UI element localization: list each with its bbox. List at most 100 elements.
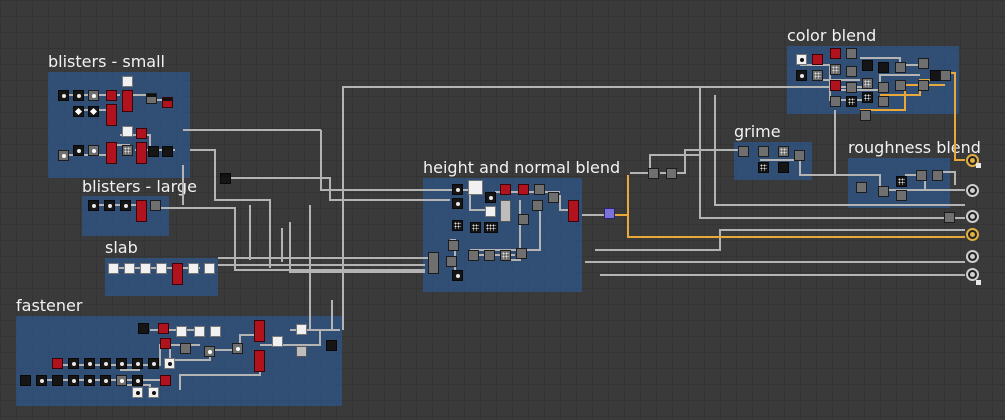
node[interactable] (73, 145, 84, 156)
node[interactable] (846, 48, 857, 59)
node[interactable] (84, 375, 95, 386)
node[interactable] (428, 252, 439, 274)
node[interactable] (148, 146, 159, 157)
node[interactable] (738, 146, 749, 157)
material-output-metallic-icon[interactable] (966, 210, 979, 223)
node[interactable] (862, 78, 873, 89)
node[interactable] (180, 343, 191, 354)
node[interactable] (532, 200, 543, 211)
node[interactable] (794, 150, 805, 161)
node[interactable] (296, 346, 307, 357)
node[interactable] (140, 263, 151, 274)
material-output-normal-icon[interactable] (966, 228, 979, 241)
node[interactable] (36, 375, 47, 386)
node[interactable] (296, 324, 307, 335)
node[interactable] (830, 64, 841, 75)
node[interactable] (796, 70, 807, 81)
node[interactable] (468, 180, 483, 195)
node[interactable] (516, 248, 527, 259)
node[interactable] (88, 145, 99, 156)
node[interactable] (648, 168, 659, 179)
node[interactable] (468, 250, 479, 261)
node[interactable] (136, 200, 147, 222)
node[interactable] (326, 340, 337, 351)
node[interactable] (758, 162, 769, 173)
node[interactable] (132, 375, 143, 386)
node[interactable] (568, 200, 579, 222)
node[interactable] (448, 240, 459, 251)
node[interactable] (136, 142, 147, 164)
node[interactable] (160, 375, 171, 386)
node[interactable] (116, 375, 127, 386)
node[interactable] (88, 90, 99, 101)
node[interactable] (940, 70, 951, 81)
node[interactable] (485, 192, 496, 203)
node[interactable] (188, 263, 199, 274)
node[interactable] (846, 66, 857, 77)
node[interactable] (52, 375, 63, 386)
node[interactable] (204, 346, 215, 357)
node[interactable] (896, 176, 907, 187)
node[interactable] (778, 146, 789, 157)
node[interactable] (220, 173, 231, 184)
node[interactable] (878, 82, 889, 93)
node[interactable] (100, 358, 111, 369)
node[interactable] (778, 162, 789, 173)
node[interactable] (146, 93, 157, 104)
node[interactable] (452, 198, 463, 209)
node[interactable] (862, 92, 873, 103)
material-output-roughness-icon[interactable] (966, 184, 979, 197)
node[interactable] (122, 76, 133, 87)
node[interactable] (446, 256, 457, 267)
node[interactable] (878, 62, 889, 73)
node[interactable] (52, 358, 63, 369)
node[interactable] (106, 142, 117, 164)
node[interactable] (518, 214, 529, 225)
node[interactable] (162, 146, 173, 157)
node[interactable] (500, 250, 511, 261)
node[interactable] (232, 343, 243, 354)
node[interactable] (68, 358, 79, 369)
node[interactable] (116, 358, 127, 369)
node[interactable] (20, 375, 31, 386)
node[interactable] (104, 200, 115, 211)
node[interactable] (138, 323, 149, 334)
node[interactable] (918, 58, 929, 69)
node[interactable] (148, 387, 159, 398)
node[interactable] (860, 110, 871, 121)
node[interactable] (758, 146, 769, 157)
graph-canvas[interactable]: blisters - small blisters - large slab f… (0, 0, 1005, 420)
node[interactable] (944, 212, 955, 223)
node[interactable] (122, 145, 133, 156)
node[interactable] (856, 182, 867, 193)
node[interactable] (548, 192, 559, 203)
node[interactable] (194, 326, 205, 337)
node[interactable] (88, 200, 99, 211)
node[interactable] (108, 263, 119, 274)
node[interactable] (666, 168, 677, 179)
node[interactable] (106, 90, 117, 101)
node[interactable] (84, 358, 95, 369)
node[interactable] (172, 263, 183, 285)
node[interactable] (846, 82, 857, 93)
material-output-height-icon[interactable] (966, 250, 979, 263)
node[interactable] (88, 106, 99, 117)
node[interactable] (812, 54, 823, 65)
node[interactable] (254, 350, 265, 372)
node[interactable] (272, 336, 283, 347)
node[interactable] (518, 184, 529, 195)
node[interactable] (796, 54, 807, 65)
node[interactable] (68, 375, 79, 386)
node[interactable] (204, 263, 215, 274)
node[interactable] (484, 222, 498, 233)
node[interactable] (452, 270, 463, 281)
node[interactable] (895, 80, 906, 91)
node[interactable] (162, 97, 173, 108)
node[interactable] (932, 170, 943, 181)
node[interactable] (452, 184, 463, 195)
node[interactable] (132, 387, 143, 398)
node[interactable] (58, 150, 69, 161)
node[interactable] (878, 96, 889, 107)
node[interactable] (100, 375, 111, 386)
node[interactable] (176, 326, 187, 337)
